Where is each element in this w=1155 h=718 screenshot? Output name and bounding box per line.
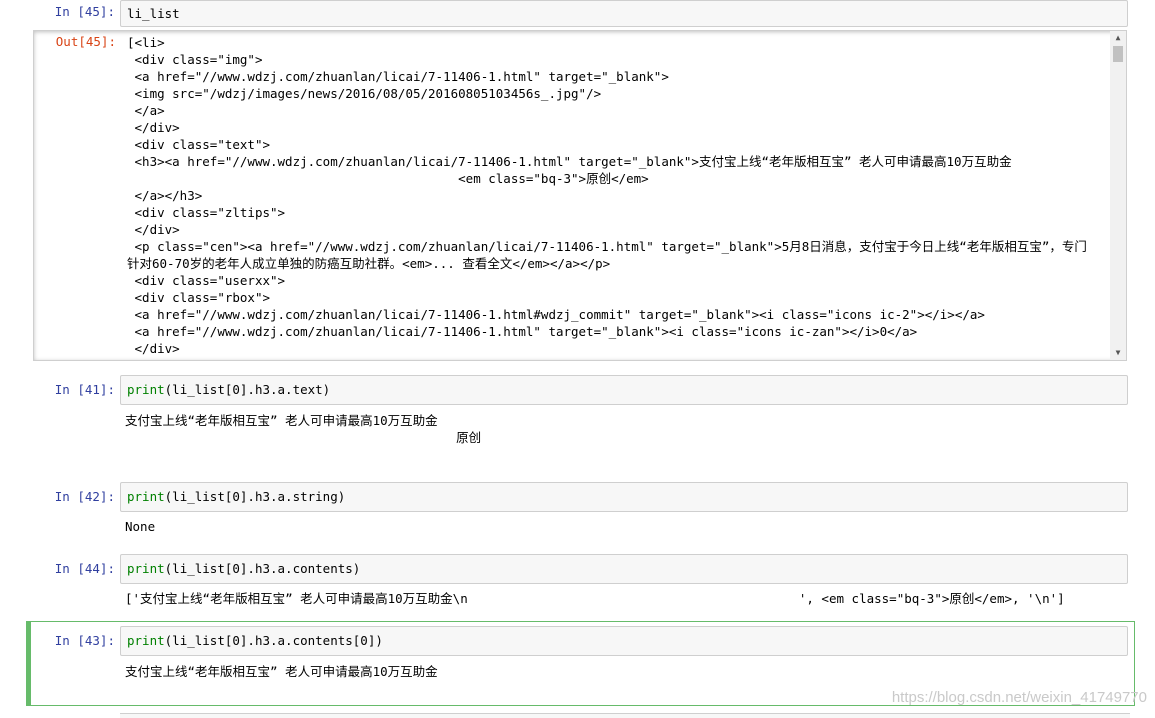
code-text: li_list — [127, 6, 180, 21]
scroll-thumb[interactable] — [1113, 46, 1123, 62]
output-line: ['支付宝上线“老年版相互宝” 老人可申请最高10万互助金\n ', <em c… — [125, 591, 1065, 606]
code-text: (li_list[0].h3.a.contents[0]) — [164, 633, 383, 648]
code-text: (li_list[0].h3.a.string) — [164, 489, 346, 504]
code-input-45[interactable]: li_list — [120, 0, 1128, 27]
output-line: 支付宝上线“老年版相互宝” 老人可申请最高10万互助金 — [125, 413, 438, 428]
output-line: <p class="cen"><a href="//www.wdzj.com/z… — [127, 239, 1087, 254]
output-scrollbar[interactable]: ▲ ▼ — [1110, 31, 1126, 360]
output-line: <div class="zltips"> — [127, 205, 286, 220]
output-line: </div> — [127, 341, 180, 356]
output-line: 原创 — [125, 430, 482, 445]
scroll-down-arrow-icon[interactable]: ▼ — [1110, 346, 1126, 360]
out-prompt-45: Out[45]: — [55, 34, 116, 49]
output-line: <em class="bq-3">原创</em> — [127, 171, 649, 186]
output-line: <a href="//www.wdzj.com/zhuanlan/licai/7… — [127, 324, 918, 339]
output-line: <div class="rbox"> — [127, 290, 270, 305]
code-input-41[interactable]: print(li_list[0].h3.a.text) — [120, 375, 1128, 405]
output-line: <a href="//www.wdzj.com/zhuanlan/licai/7… — [127, 307, 985, 322]
output-line: <a href="//www.wdzj.com/zhuanlan/licai/7… — [127, 69, 669, 84]
code-input-42[interactable]: print(li_list[0].h3.a.string) — [120, 482, 1128, 512]
scroll-up-arrow-icon[interactable]: ▲ — [1110, 31, 1126, 45]
in-prompt-42: In [42]: — [54, 489, 115, 504]
output-line: <h3><a href="//www.wdzj.com/zhuanlan/lic… — [127, 154, 1012, 169]
output-text-45: [<li> <div class="img"> <a href="//www.w… — [127, 34, 1102, 360]
output-line: 针对60-70岁的老年人成立单独的防癌互助社群。<em>... 查看全文</em… — [127, 256, 611, 271]
in-prompt-44: In [44]: — [54, 561, 115, 576]
output-line: 支付宝上线“老年版相互宝” 老人可申请最高10万互助金 — [125, 664, 438, 679]
output-line: [<li> — [127, 35, 165, 50]
output-area-45[interactable]: Out[45]: [<li> <div class="img"> <a href… — [33, 30, 1127, 361]
code-text: (li_list[0].h3.a.text) — [164, 382, 331, 397]
output-line: <div class="img"> — [127, 52, 263, 67]
in-prompt-45: In [45]: — [54, 4, 115, 19]
output-line: </a></h3> — [127, 188, 203, 203]
code-text: (li_list[0].h3.a.contents) — [164, 561, 361, 576]
output-line: </a> — [127, 103, 165, 118]
output-line: <div class="userxx"> — [127, 273, 286, 288]
output-line: <img src="/wdzj/images/news/2016/08/05/2… — [127, 86, 602, 101]
watermark: https://blog.csdn.net/weixin_41749770 — [891, 689, 1147, 706]
next-cell-input[interactable] — [120, 713, 1130, 718]
output-line: </div> — [127, 222, 180, 237]
in-prompt-43: In [43]: — [54, 633, 115, 648]
code-input-44[interactable]: print(li_list[0].h3.a.contents) — [120, 554, 1128, 584]
output-line: <div class="text"> — [127, 137, 270, 152]
code-keyword: print — [127, 561, 165, 576]
code-keyword: print — [127, 633, 165, 648]
output-line: None — [125, 519, 156, 534]
output-line: </div> — [127, 120, 180, 135]
code-input-43[interactable]: print(li_list[0].h3.a.contents[0]) — [120, 626, 1128, 656]
output-line: <div class="lbox"> — [127, 357, 1102, 360]
code-keyword: print — [127, 382, 165, 397]
code-keyword: print — [127, 489, 165, 504]
in-prompt-41: In [41]: — [54, 382, 115, 397]
